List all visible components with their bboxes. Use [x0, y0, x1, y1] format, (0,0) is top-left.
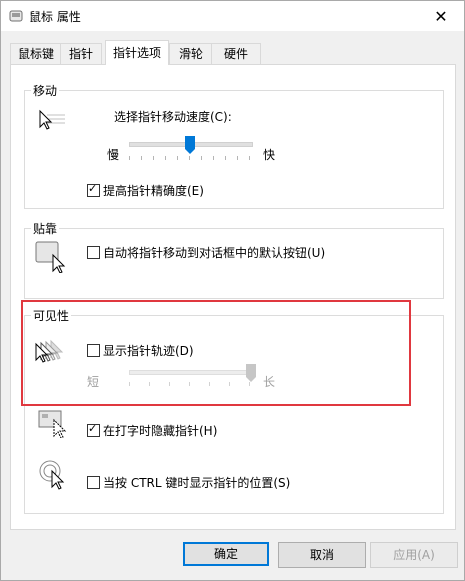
fast-label: 快: [263, 148, 276, 162]
speed-slider-thumb[interactable]: [185, 136, 195, 154]
hide-while-typing-label: 在打字时隐藏指针(H): [103, 424, 218, 438]
cancel-button[interactable]: 取消: [278, 542, 366, 568]
hide-while-typing-icon: [38, 410, 67, 438]
ctrl-location-icon: [39, 460, 65, 490]
close-icon: ✕: [434, 6, 448, 26]
snap-group-label: 贴靠: [31, 220, 60, 237]
speed-label: 选择指针移动速度(C):: [114, 110, 232, 124]
pointer-speed-icon: [39, 109, 65, 130]
precision-label: 提高指针精确度(E): [103, 184, 204, 198]
tab-wheel[interactable]: 滑轮: [169, 43, 213, 64]
tab-pointer-options[interactable]: 指针选项: [105, 40, 169, 65]
slow-label: 慢: [107, 148, 120, 162]
highlight-box: [21, 300, 411, 406]
window-title: 鼠标 属性: [29, 10, 81, 24]
ctrl-location-label: 当按 CTRL 键时显示指针的位置(S): [103, 476, 291, 490]
precision-checkbox[interactable]: [87, 182, 100, 197]
snap-to-icon: [35, 241, 66, 273]
hide-while-typing-checkbox[interactable]: [87, 422, 100, 437]
motion-group-label: 移动: [31, 82, 60, 99]
snap-group: 贴靠: [24, 220, 444, 299]
ok-button[interactable]: 确定: [183, 542, 269, 566]
tab-pointers[interactable]: 指针: [60, 43, 102, 64]
tab-hardware[interactable]: 硬件: [211, 43, 261, 64]
mouse-icon: [9, 10, 23, 22]
apply-button[interactable]: 应用(A): [370, 542, 458, 568]
close-button[interactable]: ✕: [418, 1, 464, 31]
mouse-properties-window: 鼠标 属性 ✕ 鼠标键 指针 指针选项 滑轮 硬件 移动 选择指针移动速度(C)…: [0, 0, 465, 581]
snap-label: 自动将指针移动到对话框中的默认按钮(U): [103, 246, 326, 260]
snap-checkbox[interactable]: [87, 246, 100, 259]
title-bar[interactable]: 鼠标 属性 ✕: [1, 1, 464, 31]
tab-buttons[interactable]: 鼠标键: [10, 43, 62, 64]
ctrl-location-checkbox[interactable]: [87, 476, 100, 489]
